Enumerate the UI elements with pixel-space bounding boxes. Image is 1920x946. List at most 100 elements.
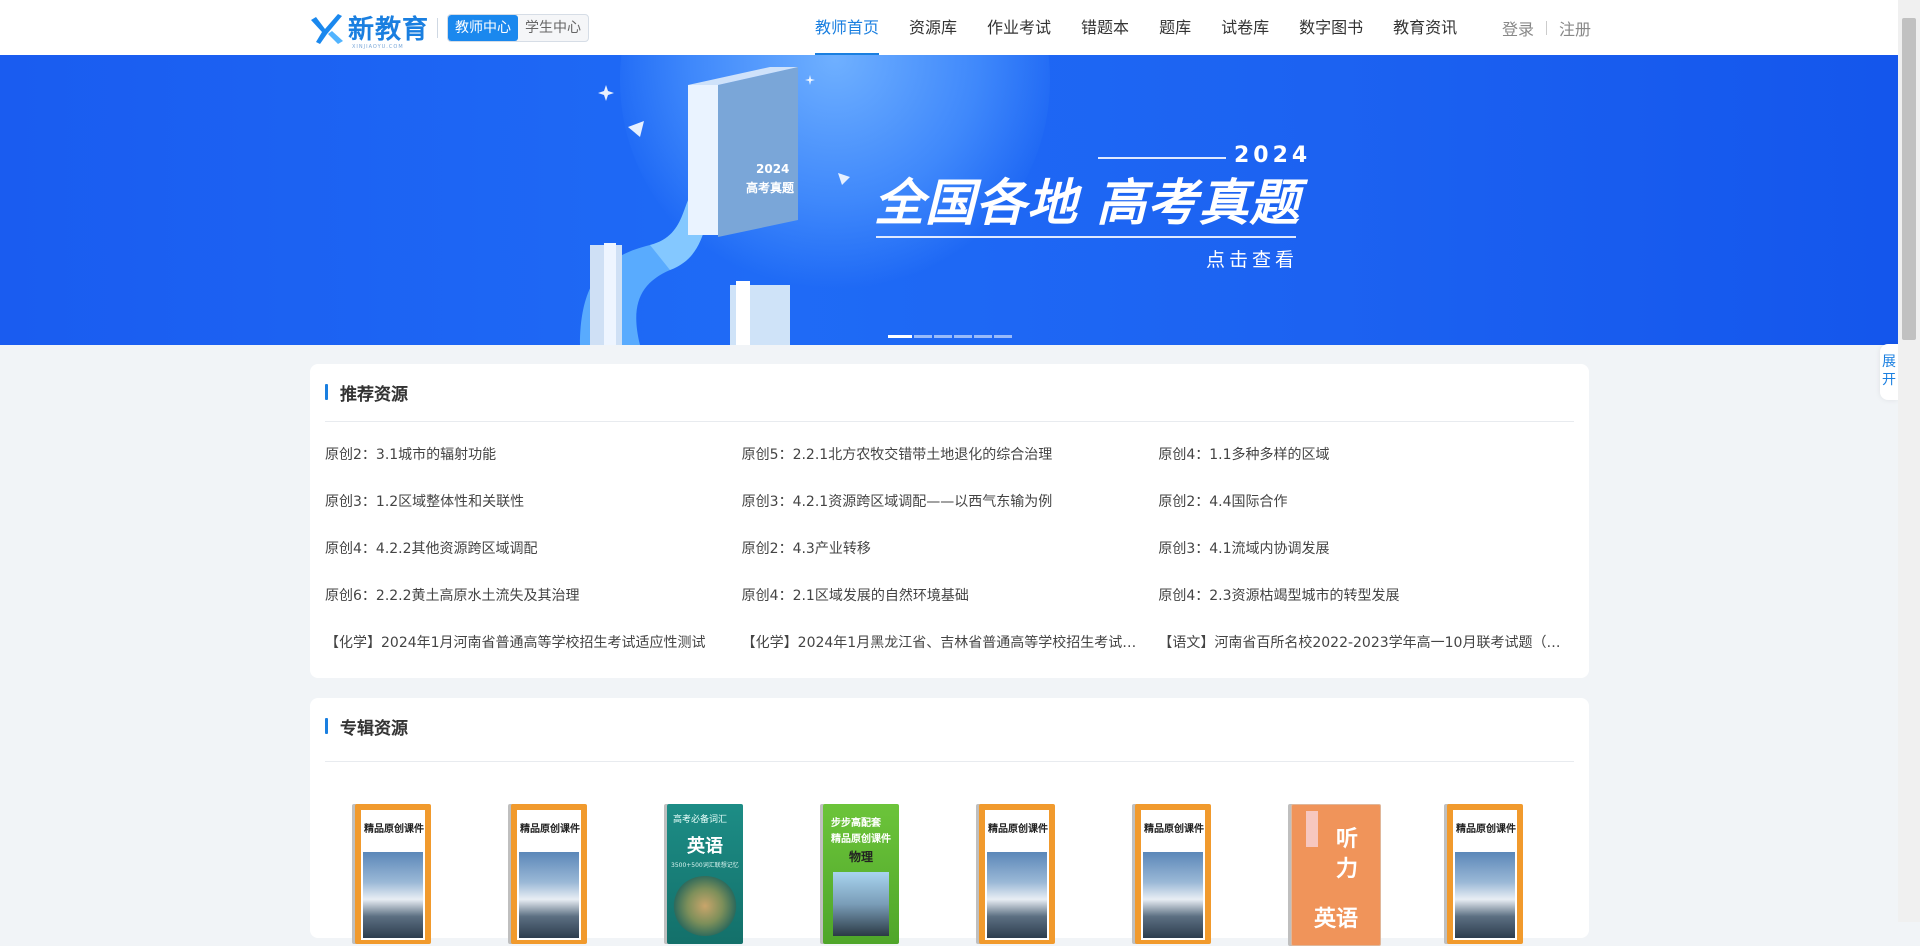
recommended-title: 推荐资源 [325,382,408,405]
resource-link[interactable]: 原创2：3.1城市的辐射功能 [325,446,742,493]
resource-row: 原创3：1.2区域整体性和关联性 原创3：4.2.1资源跨区域调配——以西气东输… [325,493,1575,540]
resource-link[interactable]: 原创4：4.2.2其他资源跨区域调配 [325,540,742,587]
nav-teacher-home[interactable]: 教师首页 [815,0,880,55]
resource-link[interactable]: 原创4：2.3资源枯竭型城市的转型发展 [1158,587,1575,634]
banner-headline: 全国各地 高考真题 [874,174,1301,232]
expand-label-2: 开 [1882,372,1896,388]
section-title: 推荐资源 [340,384,408,405]
carousel-dot-1[interactable] [888,335,912,338]
book-title: 精品原创课件 [364,824,424,835]
cover-image [1455,852,1515,938]
cover-panel: 精品原创课件 [1453,810,1517,940]
teacher-center-button[interactable]: 教师中心 [448,15,518,41]
resource-link[interactable]: 原创2：4.4国际合作 [1158,493,1575,540]
logo-separator [437,18,438,38]
album-book[interactable]: 精品原创课件 [511,804,667,944]
banner-year-line [1098,157,1226,159]
bookmark-icon [1306,811,1318,847]
login-link[interactable]: 登录 [1502,16,1534,40]
logo-text: 新教育 [348,15,430,45]
logo[interactable]: 新教育 XINJIAOYU.COM [308,12,430,50]
section-title: 专辑资源 [340,718,408,739]
resource-link[interactable]: 原创3：1.2区域整体性和关联性 [325,493,742,540]
resource-link[interactable]: 原创3：4.2.1资源跨区域调配——以西气东输为例 [742,493,1159,540]
book-subtitle: 步步高配套 [831,818,881,829]
cover-panel: 精品原创课件 [361,810,425,940]
album-book[interactable]: 精品原创课件 [979,804,1135,944]
banner-book-text-year: 2024 [756,162,789,176]
cover-image [363,852,423,938]
resource-link[interactable]: 原创4：2.1区域发展的自然环境基础 [742,587,1159,634]
logo-subtext: XINJIAOYU.COM [352,44,404,50]
album-book[interactable]: 精品原创课件 [1447,804,1603,944]
expand-side-tab[interactable]: 展 开 [1880,344,1898,400]
nav-mistake-book[interactable]: 错题本 [1081,0,1129,55]
book-title: 精品原创课件 [520,824,580,835]
resource-link[interactable]: 【语文】河南省百所名校2022-2023学年高一10月联考试题（含答案） [1158,634,1575,681]
nav-question-bank[interactable]: 题库 [1159,0,1191,55]
album-book-list: 精品原创课件 精品原创课件 高考必备词汇 英语 3500+500词汇联想记忆 步… [355,804,1603,946]
cover-image [833,872,889,936]
album-book[interactable]: 听 力 英语 [1291,804,1447,946]
resource-row: 原创2：3.1城市的辐射功能 原创5：2.2.1北方农牧交错带土地退化的综合治理… [325,446,1575,493]
carousel-dot-3[interactable] [934,335,952,338]
cover-image [673,876,737,936]
main-nav: 教师首页 资源库 作业考试 错题本 题库 试卷库 数字图书 教育资讯 [800,0,1472,55]
resource-row: 【化学】2024年1月河南省普通高等学校招生考试适应性测试 【化学】2024年1… [325,634,1575,681]
expand-label-1: 展 [1882,354,1896,370]
section-divider [325,421,1574,422]
student-center-button[interactable]: 学生中心 [518,15,588,41]
nav-digital-books[interactable]: 数字图书 [1299,0,1363,55]
book-caption: 3500+500词汇联想记忆 [671,862,739,869]
book-title-char-1: 听 [1336,827,1359,852]
book-cover: 精品原创课件 [1447,804,1523,944]
carousel-dot-2[interactable] [914,335,932,338]
book-title: 英语 [687,836,723,857]
resource-link[interactable]: 【化学】2024年1月黑龙江省、吉林省普通高等学校招生考试适应性测试 [742,634,1159,681]
banner-book-text-title: 高考真题 [746,180,795,195]
album-book[interactable]: 精品原创课件 [1135,804,1291,944]
nav-paper-library[interactable]: 试卷库 [1221,0,1269,55]
resource-row: 原创4：4.2.2其他资源跨区域调配 原创2：4.3产业转移 原创3：4.1流域… [325,540,1575,587]
nav-resource-library[interactable]: 资源库 [909,0,957,55]
carousel-dot-5[interactable] [974,335,992,338]
nav-education-news[interactable]: 教育资讯 [1393,0,1457,55]
resource-link[interactable]: 原创3：4.1流域内协调发展 [1158,540,1575,587]
section-divider [325,761,1574,762]
banner-book-illustration: 2024 高考真题 [580,67,850,345]
nav-homework-exams[interactable]: 作业考试 [987,0,1051,55]
book-subtitle: 高考必备词汇 [673,815,728,825]
banner-underline [876,236,1296,238]
banner-view-button[interactable]: 点击查看 [1206,245,1298,272]
logo-icon [311,14,343,44]
album-book[interactable]: 高考必备词汇 英语 3500+500词汇联想记忆 [667,804,823,944]
book-title-char-2: 力 [1336,857,1359,882]
auth-divider [1546,20,1548,35]
carousel-dot-4[interactable] [954,335,972,338]
album-resources-card: 专辑资源 精品原创课件 精品原创课件 高考必备词汇 英语 3500+500词汇联… [310,698,1589,946]
register-link[interactable]: 注册 [1559,16,1591,40]
book-subject: 物理 [849,850,874,864]
book-cover: 精品原创课件 [511,804,587,944]
cover-panel: 精品原创课件 [985,810,1049,940]
album-book[interactable]: 精品原创课件 [355,804,511,944]
resource-link[interactable]: 【化学】2024年1月河南省普通高等学校招生考试适应性测试 [325,634,742,681]
role-switch: 教师中心 学生中心 [447,14,589,42]
book-cover: 精品原创课件 [979,804,1055,944]
cover-panel: 精品原创课件 [517,810,581,940]
recommended-resources-card: 推荐资源 原创2：3.1城市的辐射功能 原创5：2.2.1北方农牧交错带土地退化… [310,364,1589,678]
scrollbar-thumb[interactable] [1902,18,1916,340]
resource-link[interactable]: 原创6：2.2.2黄土高原水土流失及其治理 [325,587,742,634]
cover-image [519,852,579,938]
hero-banner[interactable]: 2024 高考真题 2024 全国各地 高考真题 点击查看 [0,55,1898,345]
auth-links: 登录 注册 [1502,0,1591,55]
book-cover: 步步高配套 精品原创课件 物理 [823,804,899,944]
title-accent-bar [325,718,328,734]
album-book[interactable]: 步步高配套 精品原创课件 物理 [823,804,979,944]
resource-link[interactable]: 原创5：2.2.1北方农牧交错带土地退化的综合治理 [742,446,1159,493]
carousel-dot-6[interactable] [994,335,1012,338]
resource-link[interactable]: 原创4：1.1多种多样的区域 [1158,446,1575,493]
page-scrollbar[interactable] [1898,0,1920,922]
resource-link[interactable]: 原创2：4.3产业转移 [742,540,1159,587]
book-title: 精品原创课件 [988,824,1048,835]
